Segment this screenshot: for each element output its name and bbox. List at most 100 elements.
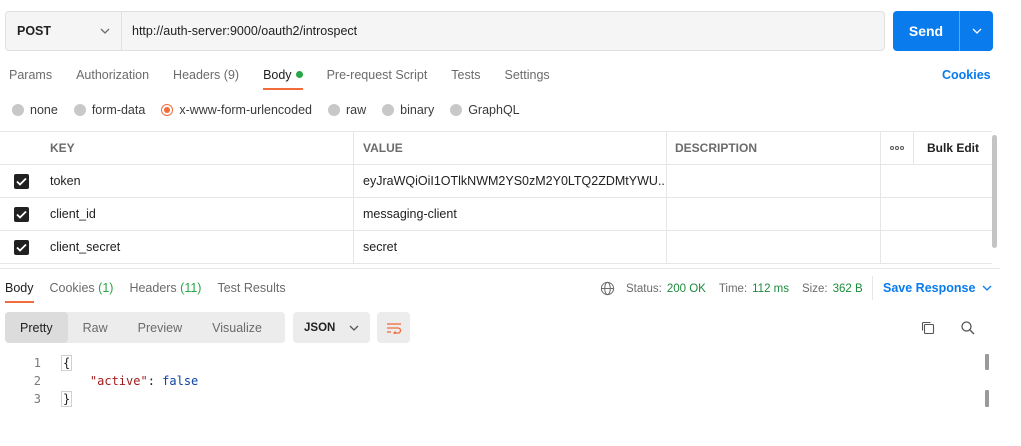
- row-filler: [881, 165, 914, 197]
- format-dropdown[interactable]: JSON: [293, 312, 370, 343]
- tab-settings[interactable]: Settings: [504, 61, 549, 89]
- format-label: JSON: [304, 321, 336, 334]
- radio-circle: [328, 104, 340, 116]
- checkbox-checked-icon: [13, 173, 29, 189]
- chevron-down-icon: [972, 28, 981, 34]
- view-tab-pretty[interactable]: Pretty: [5, 312, 68, 343]
- open-brace: {: [61, 355, 73, 371]
- param-key-cell[interactable]: client_id: [42, 198, 354, 230]
- radio-x-www-form-urlencoded[interactable]: x-www-form-urlencoded: [161, 103, 312, 117]
- radio-none-label: none: [30, 103, 58, 117]
- pane-divider[interactable]: [0, 268, 1000, 269]
- code-line: 1 {: [0, 354, 985, 372]
- radio-none[interactable]: none: [12, 103, 58, 117]
- radio-raw-label: raw: [346, 103, 367, 117]
- tab-params[interactable]: Params: [9, 61, 52, 89]
- tab-pre-request-script[interactable]: Pre-request Script: [327, 61, 428, 89]
- bulk-edit-button[interactable]: Bulk Edit: [914, 132, 992, 164]
- code-text: "active": false: [41, 374, 198, 388]
- radio-circle: [382, 104, 395, 116]
- param-description-cell[interactable]: [667, 165, 881, 197]
- code-scrollbar-bottom[interactable]: [985, 390, 989, 407]
- table-row: client_secret secret: [0, 231, 992, 264]
- tab-body-label: Body: [263, 68, 292, 82]
- radio-graphql-label: GraphQL: [468, 103, 520, 117]
- radio-form-data[interactable]: form-data: [73, 103, 145, 117]
- cookies-link[interactable]: Cookies: [942, 68, 991, 82]
- row-checkbox[interactable]: [0, 165, 42, 197]
- row-filler: [881, 198, 914, 230]
- body-type-selector: none form-data x-www-form-urlencoded raw…: [12, 103, 536, 117]
- save-response-button[interactable]: Save Response: [872, 276, 992, 300]
- param-value-cell[interactable]: messaging-client: [354, 198, 667, 230]
- params-table: KEY VALUE DESCRIPTION Bulk Edit token ey…: [0, 131, 992, 264]
- tab-headers[interactable]: Headers (9): [173, 61, 239, 89]
- line-number: 3: [33, 392, 41, 406]
- column-header-value: VALUE: [354, 132, 667, 164]
- tab-authorization[interactable]: Authorization: [76, 61, 149, 89]
- tab-headers-label: Headers: [173, 68, 221, 82]
- json-key: "active": [89, 374, 148, 388]
- json-value: false: [162, 374, 199, 388]
- param-key-cell[interactable]: token: [42, 165, 354, 197]
- code-scrollbar-top[interactable]: [985, 354, 989, 370]
- response-tab-test-results-label: Test Results: [217, 281, 286, 295]
- wrap-lines-icon: [386, 322, 401, 334]
- param-key-cell[interactable]: client_secret: [42, 231, 354, 263]
- method-dropdown[interactable]: POST: [6, 12, 122, 50]
- table-row: token eyJraWQiOiI1OTlkNWM2YS0zM2Y0LTQ2ZD…: [0, 165, 992, 198]
- response-tab-headers[interactable]: Headers (11): [129, 274, 201, 302]
- param-description-cell[interactable]: [667, 231, 881, 263]
- more-options-icon: [890, 146, 904, 150]
- response-code-editor[interactable]: 1 { 2 "active": false 3 }: [0, 354, 985, 408]
- more-options-button[interactable]: [881, 132, 914, 164]
- url-input[interactable]: http://auth-server:9000/oauth2/introspec…: [122, 12, 884, 50]
- param-description-cell[interactable]: [667, 198, 881, 230]
- row-filler: [881, 231, 914, 263]
- radio-binary[interactable]: binary: [382, 103, 434, 117]
- row-checkbox[interactable]: [0, 231, 42, 263]
- response-tab-headers-label: Headers: [129, 281, 177, 295]
- tab-tests[interactable]: Tests: [451, 61, 480, 89]
- copy-icon[interactable]: [920, 320, 936, 339]
- view-tab-raw[interactable]: Raw: [68, 312, 123, 343]
- code-line: 3 }: [0, 390, 985, 408]
- table-row: client_id messaging-client: [0, 198, 992, 231]
- response-tab-cookies[interactable]: Cookies (1): [50, 274, 114, 302]
- chevron-down-icon: [100, 28, 110, 34]
- response-tabs: Body Cookies (1) Headers (11) Test Resul…: [5, 274, 302, 303]
- radio-circle: [12, 104, 24, 116]
- time-label: Time:: [718, 282, 748, 295]
- response-tab-body[interactable]: Body: [5, 274, 34, 303]
- tab-params-label: Params: [9, 68, 53, 82]
- radio-raw[interactable]: raw: [328, 103, 366, 117]
- view-tab-preview[interactable]: Preview: [123, 312, 197, 343]
- status-value[interactable]: 200 OK: [667, 283, 706, 295]
- chevron-down-icon: [982, 285, 992, 291]
- send-button[interactable]: Send: [893, 11, 960, 51]
- wrap-lines-button[interactable]: [377, 312, 410, 343]
- param-value-cell[interactable]: eyJraWQiOiI1OTlkNWM2YS0zM2Y0LTQ2ZDMtYWU.…: [354, 165, 667, 197]
- tab-pre-request-script-label: Pre-request Script: [326, 68, 428, 82]
- param-value-cell[interactable]: secret: [354, 231, 667, 263]
- json-colon: :: [147, 374, 163, 388]
- time-value[interactable]: 112 ms: [752, 283, 789, 295]
- code-line: 2 "active": false: [0, 372, 985, 390]
- tab-body[interactable]: Body: [263, 61, 303, 90]
- response-tab-test-results[interactable]: Test Results: [217, 274, 285, 302]
- params-scrollbar[interactable]: [992, 135, 997, 248]
- response-tab-headers-count: (11): [180, 281, 202, 295]
- row-checkbox[interactable]: [0, 198, 42, 230]
- globe-icon[interactable]: [600, 281, 615, 296]
- send-button-group: Send: [893, 11, 993, 51]
- save-response-label: Save Response: [883, 281, 976, 295]
- search-icon[interactable]: [960, 320, 976, 339]
- size-value[interactable]: 362 B: [833, 283, 863, 295]
- send-options-button[interactable]: [960, 11, 993, 51]
- view-tab-visualize[interactable]: Visualize: [197, 312, 277, 343]
- radio-graphql[interactable]: GraphQL: [450, 103, 520, 117]
- size-label: Size:: [802, 282, 828, 295]
- request-tabs: Params Authorization Headers (9) Body Pr…: [9, 61, 574, 90]
- tab-authorization-label: Authorization: [76, 68, 150, 82]
- url-text: http://auth-server:9000/oauth2/introspec…: [132, 24, 358, 38]
